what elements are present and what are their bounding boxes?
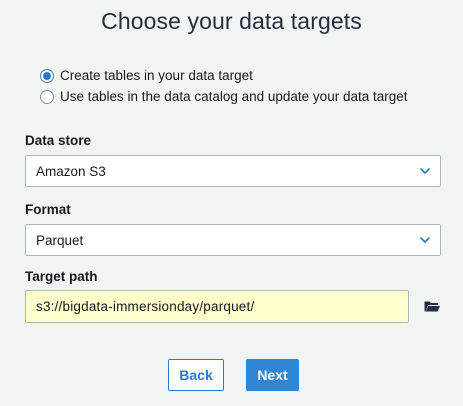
chevron-down-icon	[420, 237, 430, 243]
format-select[interactable]: Parquet	[25, 224, 441, 256]
radio-button-unselected[interactable]	[40, 89, 54, 104]
target-path-value: s3://bigdata-immersionday/parquet/	[36, 299, 255, 314]
back-button[interactable]: Back	[168, 359, 224, 391]
radio-button-selected[interactable]	[40, 68, 54, 83]
page-title: Choose your data targets	[101, 8, 362, 34]
folder-open-icon[interactable]	[423, 297, 441, 315]
format-value: Parquet	[36, 232, 84, 248]
data-store-value: Amazon S3	[36, 163, 106, 179]
target-option-group: Create tables in your data target Use ta…	[40, 65, 408, 107]
target-path-input[interactable]: s3://bigdata-immersionday/parquet/	[25, 290, 409, 323]
data-store-label: Data store	[25, 133, 92, 148]
radio-create-tables-label: Create tables in your data target	[60, 68, 253, 83]
chevron-down-icon	[420, 168, 430, 174]
data-store-select[interactable]: Amazon S3	[25, 155, 441, 187]
radio-create-tables[interactable]: Create tables in your data target	[40, 65, 408, 86]
format-label: Format	[25, 202, 71, 217]
radio-use-catalog-tables-label: Use tables in the data catalog and updat…	[60, 89, 408, 104]
next-button[interactable]: Next	[246, 359, 299, 391]
radio-use-catalog-tables[interactable]: Use tables in the data catalog and updat…	[40, 86, 408, 107]
target-path-label: Target path	[25, 269, 98, 284]
